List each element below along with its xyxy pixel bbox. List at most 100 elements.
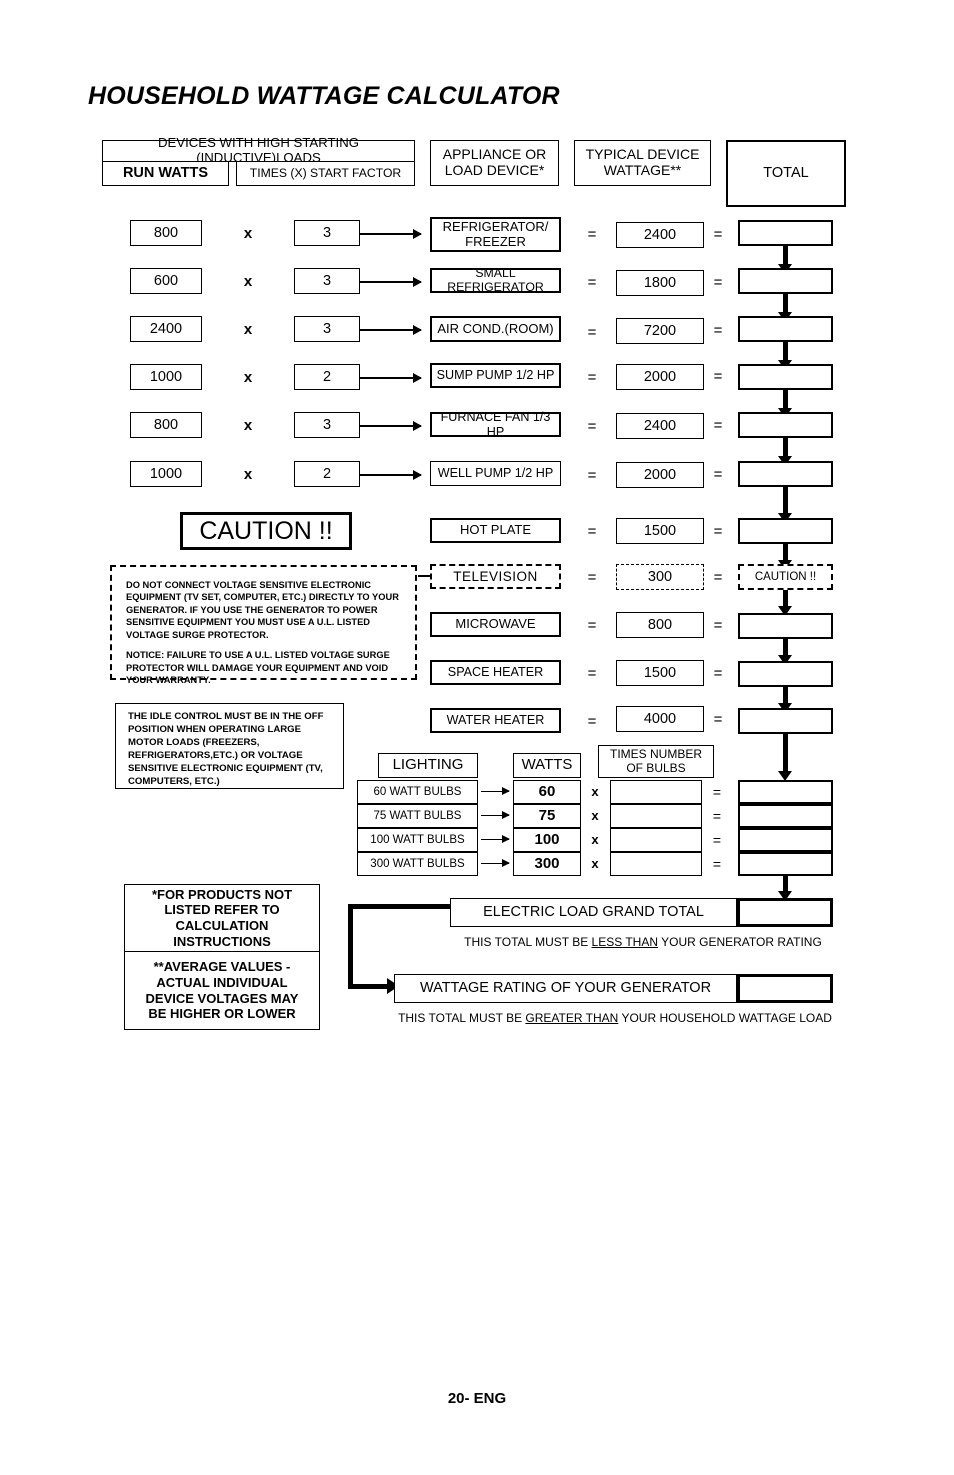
caution-text-block: DO NOT CONNECT VOLTAGE SENSITIVE ELECTRO… [126, 579, 410, 687]
start-factor-input-4[interactable]: 3 [294, 412, 360, 438]
start-factor-input-0[interactable]: 3 [294, 220, 360, 246]
lighting-bulbs-input-1[interactable] [610, 804, 702, 828]
header-inductive-loads: DEVICES WITH HIGH STARTING (INDUCTIVE)LO… [102, 135, 415, 165]
wattage-calculator-page: HOUSEHOLD WATTAGE CALCULATOR DEVICES WIT… [0, 0, 954, 1475]
total-flow-arrow-2 [778, 342, 791, 370]
lighting-total-input-0[interactable] [738, 780, 833, 804]
lighting-total-input-2[interactable] [738, 828, 833, 852]
lighting-bulbs-input-2[interactable] [610, 828, 702, 852]
times-operator-1: x [243, 273, 253, 290]
lighting-equals-1: = [712, 808, 722, 824]
run-watts-input-0[interactable]: 800 [130, 220, 202, 246]
device-label-5: WELL PUMP 1/2 HP [430, 461, 561, 486]
start-factor-input-3[interactable]: 2 [294, 364, 360, 390]
typical-wattage-1: 1800 [616, 270, 704, 296]
device-label-water-heater: WATER HEATER [430, 708, 561, 733]
lighting-arrow-2 [481, 833, 510, 845]
typical-wattage-5: 2000 [616, 462, 704, 488]
equals-operator-b-6: = [713, 523, 723, 540]
header-bulbs-line2: OF BULBS [626, 760, 686, 775]
device-label-3: SUMP PUMP 1/2 HP [430, 363, 561, 388]
times-operator-0: x [243, 225, 253, 242]
equals-operator-a-2: = [587, 324, 597, 341]
note1-line2: LISTED REFER TO [164, 902, 280, 918]
device-label-0-line2: FREEZER [465, 233, 526, 249]
lighting-total-input-3[interactable] [738, 852, 833, 876]
equals-operator-b-10: = [713, 711, 723, 728]
electric-load-grand-total-input[interactable] [737, 898, 833, 927]
equals-operator-b-7: = [713, 569, 723, 586]
total-flow-arrow-8 [778, 639, 791, 665]
total-input-space-heater[interactable] [738, 661, 833, 687]
idle-control-text: THE IDLE CONTROL MUST BE IN THE OFF POSI… [128, 711, 324, 787]
generator-wattage-rating-input[interactable] [737, 974, 833, 1003]
equals-operator-b-3: = [713, 368, 723, 385]
total-flow-arrow-9 [778, 687, 791, 713]
total-input-2[interactable] [738, 316, 833, 342]
header-bulbs-line1: TIMES NUMBER [609, 746, 702, 761]
times-operator-2: x [243, 321, 253, 338]
total-input-1[interactable] [738, 268, 833, 294]
gen-note-pre: THIS TOTAL MUST BE [398, 1011, 526, 1025]
note1-line3: CALCULATION [175, 918, 269, 933]
total-input-television-caution[interactable]: CAUTION !! [738, 564, 833, 590]
lighting-bulbs-input-0[interactable] [610, 780, 702, 804]
run-watts-input-3[interactable]: 1000 [130, 364, 202, 390]
header-watts: WATTS [513, 753, 581, 778]
connector-bottom-arrow [348, 978, 399, 993]
total-input-water-heater[interactable] [738, 708, 833, 734]
device-label-2: AIR COND.(ROOM) [430, 316, 561, 342]
device-label-television: TELEVISION [430, 564, 561, 589]
total-input-microwave[interactable] [738, 613, 833, 639]
start-factor-input-1[interactable]: 3 [294, 268, 360, 294]
header-typical-line2: WATTAGE** [603, 162, 682, 178]
total-input-5[interactable] [738, 461, 833, 487]
typical-wattage-4: 2400 [616, 413, 704, 439]
run-watts-input-5[interactable]: 1000 [130, 461, 202, 487]
lighting-watts-1: 75 [513, 804, 581, 828]
total-input-hot-plate[interactable] [738, 518, 833, 544]
lighting-equals-2: = [712, 832, 722, 848]
total-input-3[interactable] [738, 364, 833, 390]
lighting-total-input-1[interactable] [738, 804, 833, 828]
header-appliance-line2: LOAD DEVICE* [444, 162, 545, 178]
run-watts-input-1[interactable]: 600 [130, 268, 202, 294]
caution-title: CAUTION !! [180, 512, 352, 550]
total-flow-arrow-1 [778, 294, 791, 322]
device-label-space-heater: SPACE HEATER [430, 660, 561, 685]
lighting-arrow-3 [481, 857, 510, 869]
device-label-1: SMALL REFRIGERATOR [430, 266, 561, 293]
lighting-total-flow-arrow [778, 876, 791, 901]
total-flow-arrow-4 [778, 438, 791, 466]
note2-line4: BE HIGHER OR LOWER [148, 1006, 296, 1022]
equals-operator-a-6: = [587, 523, 597, 540]
equals-operator-a-0: = [587, 226, 597, 243]
header-times-number-of-bulbs: TIMES NUMBER OF BULBS [598, 745, 714, 778]
electric-load-grand-total-label: ELECTRIC LOAD GRAND TOTAL [450, 898, 737, 927]
grand-note-emphasis: LESS THAN [591, 935, 658, 949]
gen-note-post: YOUR HOUSEHOLD WATTAGE LOAD [618, 1011, 832, 1025]
grand-total-note: THIS TOTAL MUST BE LESS THAN YOUR GENERA… [450, 935, 836, 949]
start-factor-input-5[interactable]: 2 [294, 461, 360, 487]
gen-note-emphasis: GREATER THAN [525, 1011, 619, 1025]
equals-operator-a-8: = [587, 617, 597, 634]
times-operator-5: x [243, 466, 253, 483]
header-total: TOTAL [726, 140, 846, 207]
lighting-bulbs-input-3[interactable] [610, 852, 702, 876]
total-flow-arrow-5 [778, 487, 791, 523]
flow-arrow-1 [360, 277, 422, 286]
equals-operator-b-4: = [713, 417, 723, 434]
lighting-watts-2: 100 [513, 828, 581, 852]
caution-paragraph-2: NOTICE: FAILURE TO USE A U.L. LISTED VOL… [126, 650, 390, 686]
run-watts-input-4[interactable]: 800 [130, 412, 202, 438]
start-factor-input-2[interactable]: 3 [294, 316, 360, 342]
equals-operator-b-1: = [713, 274, 723, 291]
note2-line2: ACTUAL INDIVIDUAL [156, 974, 288, 990]
total-input-4[interactable] [738, 412, 833, 438]
equals-operator-a-9: = [587, 665, 597, 682]
device-label-hot-plate: HOT PLATE [430, 518, 561, 543]
total-input-0[interactable] [738, 220, 833, 246]
flow-arrow-5 [360, 470, 422, 479]
run-watts-input-2[interactable]: 2400 [130, 316, 202, 342]
equals-operator-b-9: = [713, 665, 723, 682]
